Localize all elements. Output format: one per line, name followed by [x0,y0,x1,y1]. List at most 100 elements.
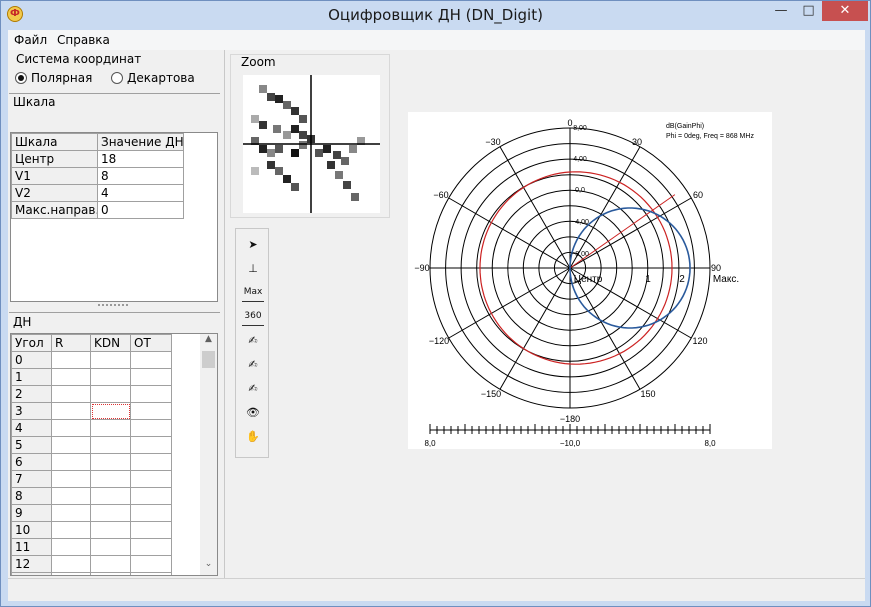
table-cell[interactable] [51,487,91,505]
table-cell[interactable] [130,470,172,488]
table-cell[interactable] [51,402,91,420]
table-cell[interactable] [51,538,91,556]
row-header[interactable]: 8 [11,487,52,505]
clear-trace-icon[interactable]: ✍ [242,355,264,374]
table-cell[interactable] [90,504,131,522]
row-header[interactable]: V2 [11,184,98,202]
table-cell[interactable] [90,572,131,575]
row-header[interactable]: 3 [11,402,52,420]
table-cell[interactable] [90,521,131,539]
column-header[interactable]: Шкала [11,133,98,151]
row-header[interactable]: 6 [11,453,52,471]
table-cell[interactable] [130,453,172,471]
table-cell[interactable] [90,555,131,573]
scroll-down-icon[interactable]: ⌄ [200,559,217,575]
table-row: 0 [11,351,172,369]
table-cell[interactable] [90,453,131,471]
table-cell[interactable] [51,436,91,454]
table-cell[interactable] [51,453,91,471]
row-header[interactable]: 0 [11,351,52,369]
table-cell[interactable] [130,555,172,573]
row-header[interactable]: 5 [11,436,52,454]
row-header[interactable]: V1 [11,167,98,185]
maximize-button[interactable]: □ [795,1,822,21]
menu-help[interactable]: Справка [57,33,110,47]
table-cell[interactable] [130,351,172,369]
table-cell[interactable] [130,538,172,556]
table-cell[interactable] [51,504,91,522]
row-header[interactable]: 7 [11,470,52,488]
table-cell[interactable] [130,385,172,403]
row-header[interactable]: 1 [11,368,52,386]
radio-cartesian[interactable] [111,72,123,84]
set-center-icon[interactable]: ⊥ [242,259,264,278]
close-button[interactable]: ✕ [822,1,868,21]
table-cell[interactable] [90,351,131,369]
scroll-up-icon[interactable]: ▲ [200,334,217,350]
table-cell[interactable] [130,402,172,420]
table-cell[interactable] [90,538,131,556]
table-cell[interactable] [51,385,91,403]
row-header[interactable]: 13 [11,572,52,575]
close-icon: ✕ [839,3,851,18]
row-header[interactable]: 2 [11,385,52,403]
table-cell[interactable] [130,368,172,386]
row-header[interactable]: 9 [11,504,52,522]
minimize-button[interactable]: — [767,1,795,21]
set-max-icon[interactable]: Max [242,283,264,302]
polar-plot[interactable]: dB(GainPhi) Phi = 0deg, Freq = 868 MHz 0 30… [408,112,772,449]
view-eye-icon[interactable]: 👁 [242,403,264,422]
column-header[interactable]: Угол [11,334,52,352]
table-cell[interactable]: 18 [97,150,184,168]
row-header[interactable]: 12 [11,555,52,573]
table-cell[interactable] [90,368,131,386]
table-cell[interactable] [90,436,131,454]
column-header[interactable]: R [51,334,91,352]
row-header[interactable]: Макс.направ. [11,201,98,219]
table-cell[interactable] [130,487,172,505]
radio-cartesian-label[interactable]: Декартова [127,71,195,85]
table-cell[interactable] [90,419,131,437]
scale-360-icon[interactable]: 360 [242,307,264,326]
trace-curve-icon[interactable]: ✍ [242,331,264,350]
table-cell[interactable] [51,351,91,369]
view-hand-icon[interactable]: ✋ [242,427,264,446]
table-cell[interactable] [130,572,172,575]
antenna-pattern-image[interactable]: dB(GainPhi) Phi = 0deg, Freq = 868 MHz 0 30… [408,112,772,449]
trace-red-icon[interactable]: ✍ [242,379,264,398]
scrollbar-thumb[interactable] [202,351,215,368]
table-cell[interactable] [130,521,172,539]
table-cell[interactable]: 0 [97,201,184,219]
table-cell[interactable]: 4 [97,184,184,202]
title-bar[interactable]: Ф Оцифровщик ДН (DN_Digit) — □ ✕ [1,1,870,30]
panel-splitter[interactable] [224,50,225,578]
select-point-icon[interactable]: ➤ [242,235,264,254]
table-cell[interactable] [90,402,131,420]
table-cell[interactable] [51,555,91,573]
row-header[interactable]: Центр [11,150,98,168]
vertical-scrollbar[interactable]: ▲ ⌄ [200,334,217,575]
radio-polar-label[interactable]: Полярная [31,71,92,85]
menu-bar: Файл Справка [8,30,865,50]
column-header[interactable]: Значение ДН [97,133,184,151]
menu-file[interactable]: Файл [14,33,47,47]
splitter-handle[interactable] [98,304,128,307]
table-cell[interactable]: 8 [97,167,184,185]
radio-polar[interactable] [15,72,27,84]
row-header[interactable]: 4 [11,419,52,437]
row-header[interactable]: 10 [11,521,52,539]
table-cell[interactable] [90,487,131,505]
table-cell[interactable] [51,521,91,539]
column-header[interactable]: KDN [90,334,131,352]
table-cell[interactable] [130,436,172,454]
column-header[interactable]: OT [130,334,172,352]
row-header[interactable]: 11 [11,538,52,556]
table-cell[interactable] [51,368,91,386]
table-cell[interactable] [90,385,131,403]
table-cell[interactable] [130,504,172,522]
table-cell[interactable] [51,572,91,575]
table-cell[interactable] [90,470,131,488]
table-cell[interactable] [130,419,172,437]
table-cell[interactable] [51,419,91,437]
table-cell[interactable] [51,470,91,488]
